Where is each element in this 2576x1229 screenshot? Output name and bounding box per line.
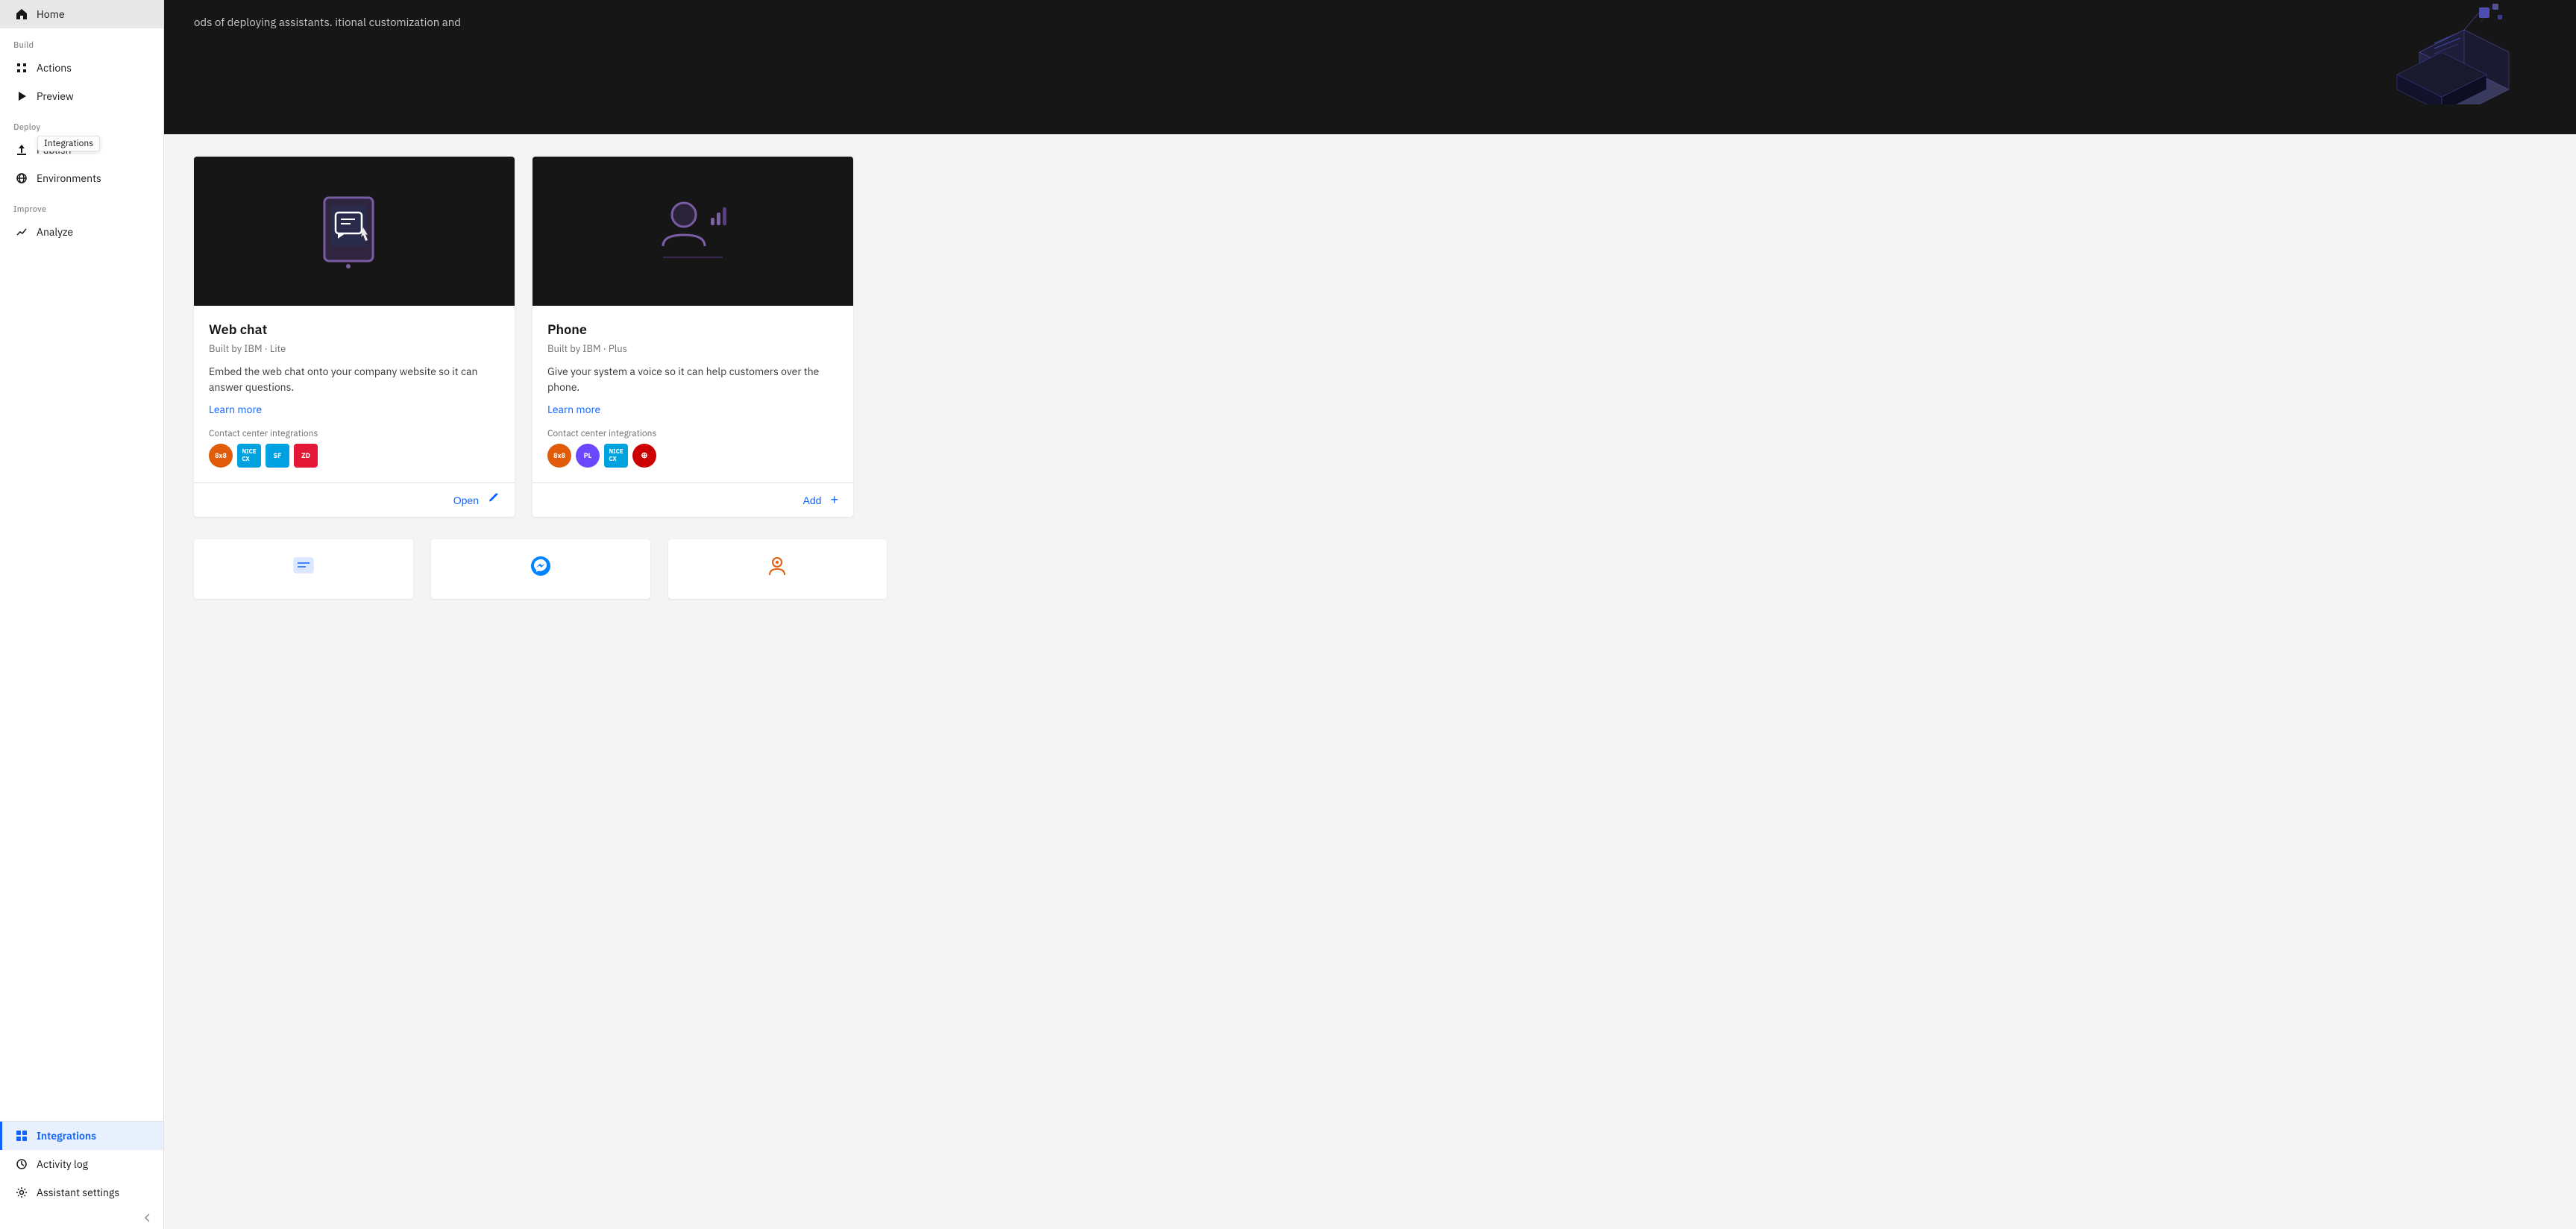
logo-zendesk: ZD [294,444,318,468]
sidebar-item-assistant-settings-label: Assistant settings [37,1186,119,1199]
logo-8x8-phone: 8x8 [547,444,571,468]
phone-card: Phone Built by IBM · Plus Give your syst… [533,157,853,517]
web-chat-description: Embed the web chat onto your company web… [209,364,500,395]
improve-section-label: Improve [0,192,163,218]
cards-section: Web chat Built by IBM · Lite Embed the w… [164,134,2576,539]
web-chat-card-body: Web chat Built by IBM · Lite Embed the w… [194,306,515,483]
phone-card-body: Phone Built by IBM · Plus Give your syst… [533,306,853,483]
sms-card[interactable] [194,539,413,599]
settings-icon [16,1186,28,1198]
messenger-card[interactable] [431,539,650,599]
logo-t: ⊕ [632,444,656,468]
sidebar-item-actions[interactable]: Actions [0,54,163,82]
web-chat-illustration [310,186,399,276]
phone-add-button[interactable]: Add [803,494,822,506]
logo-nice: NICECX [237,444,261,468]
web-chat-logos: 8x8 NICECX SF ZD [209,444,500,468]
web-chat-edit-button[interactable] [488,492,500,508]
phone-card-image [533,157,853,306]
integrations-tooltip: Integrations [37,136,100,151]
main-content: ods of deploying assistants. itional cus… [164,0,2576,1229]
web-chat-card-image [194,157,515,306]
sidebar-item-analyze[interactable]: Analyze [0,218,163,246]
phone-title: Phone [547,321,838,338]
phone-subtitle: Built by IBM · Plus [547,342,838,355]
phone-description: Give your system a voice so it can help … [547,364,838,395]
sidebar-item-preview[interactable]: Preview [0,82,163,110]
actions-icon [16,62,28,74]
web-chat-subtitle: Built by IBM · Lite [209,342,500,355]
web-chat-integrations-label: Contact center integrations [209,428,500,439]
phone-illustration [648,186,738,276]
sidebar-item-environments[interactable]: Environments [0,164,163,192]
sidebar-item-environments-label: Environments [37,172,101,185]
hero-text: ods of deploying assistants. itional cus… [194,0,461,32]
bottom-cards-row [164,539,2576,621]
sidebar-item-preview-label: Preview [37,89,74,103]
cards-grid: Web chat Built by IBM · Lite Embed the w… [194,157,2546,517]
phone-integrations: Contact center integrations 8x8 PL NICEC… [547,428,838,468]
phone-integrations-label: Contact center integrations [547,428,838,439]
integrations-icon [16,1130,28,1142]
sidebar-item-actions-label: Actions [37,61,72,75]
web-chat-card: Web chat Built by IBM · Lite Embed the w… [194,157,515,517]
sidebar-collapse-button[interactable] [0,1207,163,1229]
logo-pl: PL [576,444,600,468]
web-chat-title: Web chat [209,321,500,338]
phone-learn-more[interactable]: Learn more [547,403,838,416]
logo-salesforce: SF [266,444,289,468]
hero-description: ods of deploying assistants. itional cus… [194,15,461,32]
sidebar: Home Build Actions Preview Deploy Publis… [0,0,164,1229]
sidebar-item-analyze-label: Analyze [37,225,73,239]
sidebar-item-home-label: Home [37,7,65,21]
publish-icon [16,144,28,156]
web-chat-open-button[interactable]: Open [453,494,479,506]
analyze-icon [16,226,28,238]
environments-icon [16,172,28,184]
phone-plus-button[interactable]: + [830,492,838,508]
sms-icon [292,554,315,584]
sidebar-item-activity-log[interactable]: Activity log [0,1150,163,1178]
build-section-label: Build [0,28,163,54]
messenger-icon [529,554,553,584]
sidebar-item-assistant-settings[interactable]: Assistant settings [0,1178,163,1207]
sidebar-item-integrations[interactable]: Integrations [0,1122,163,1150]
web-chat-integrations: Contact center integrations 8x8 NICECX S… [209,428,500,468]
home-icon [16,8,28,20]
sidebar-item-home[interactable]: Home [0,0,163,28]
hero-banner: ods of deploying assistants. itional cus… [164,0,2576,134]
hero-image [2352,0,2546,104]
sidebar-bottom: Integrations Activity log Assistant sett… [0,1121,163,1229]
logo-nice-phone: NICECX [604,444,628,468]
genesys-card[interactable] [668,539,888,599]
sidebar-item-integrations-label: Integrations [37,1129,96,1142]
logo-8x8: 8x8 [209,444,233,468]
web-chat-learn-more[interactable]: Learn more [209,403,500,416]
deploy-section-label: Deploy [0,110,163,136]
web-chat-card-footer: Open [194,483,515,517]
activity-log-icon [16,1158,28,1170]
phone-card-footer: Add + [533,483,853,517]
preview-icon [16,90,28,102]
sidebar-item-activity-log-label: Activity log [37,1157,88,1171]
phone-logos: 8x8 PL NICECX ⊕ [547,444,838,468]
genesys-icon [765,554,789,584]
hero-illustration [2352,0,2546,104]
